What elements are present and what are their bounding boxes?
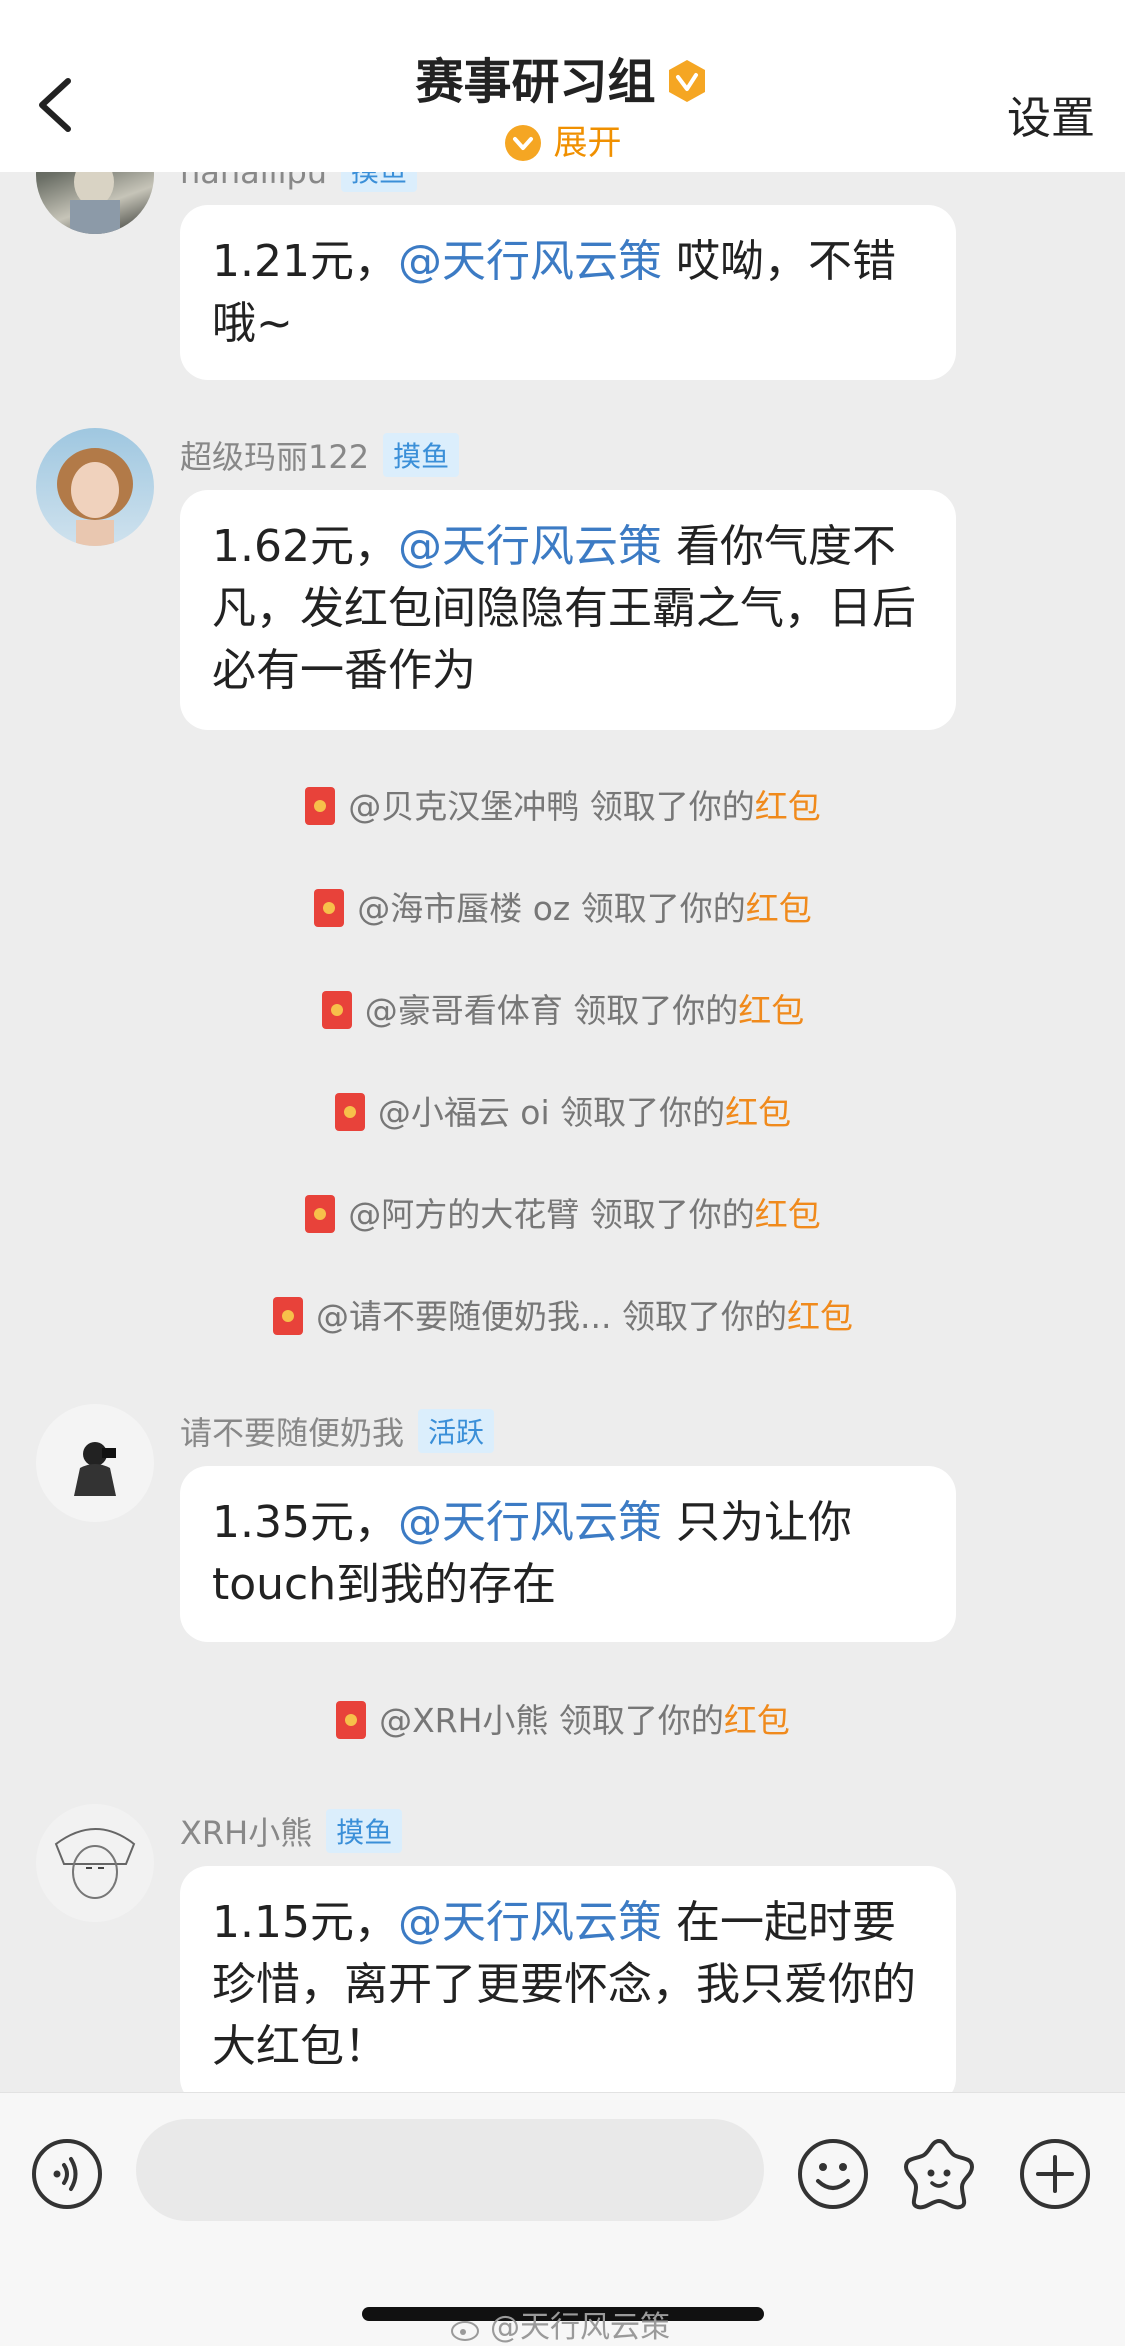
mention-link[interactable]: @天行风云策 [398,236,662,287]
avatar[interactable] [36,1804,154,1922]
avatar[interactable] [36,172,154,234]
chat-area[interactable]: nanailipu摸鱼 1.21元，@天行风云策 哎呦，不错哦~ 超级玛丽122… [0,172,1125,2092]
red-packet-icon [305,1195,336,1233]
message-input[interactable] [136,2119,764,2221]
hongbao-amount: 1.15元， [212,1897,398,1948]
expand-label: 展开 [553,123,622,163]
system-notice: @阿方的大花臂 领取了你的红包 [0,1188,1125,1236]
mention-link[interactable]: @天行风云策 [398,521,662,572]
weibo-logo-icon [451,2321,479,2341]
sender-name: 请不要随便奶我 活跃 [180,1408,495,1454]
sender-name: nanailipu摸鱼 [180,172,418,192]
voice-icon[interactable] [30,2137,104,2211]
message-bubble[interactable]: 1.15元，@天行风云策 在一起时要珍惜，离开了更要怀念，我只爱你的大红包！ [180,1866,956,2092]
avatar-image [54,1828,136,1899]
avatar[interactable] [36,428,154,546]
red-packet-icon [321,991,352,1029]
system-notice: @小福云 oi 领取了你的红包 [0,1086,1125,1134]
verified-badge-icon [668,60,705,102]
sticker-icon[interactable] [900,2135,978,2213]
settings-button[interactable]: 设置 [1007,82,1095,146]
watermark: @天行风云策 [450,2302,670,2346]
group-title-row[interactable]: 赛事研习组 [0,42,1125,112]
system-notice: @XRH小熊 领取了你的红包 [0,1694,1125,1742]
message-bubble[interactable]: 1.35元，@天行风云策 只为让你touch到我的存在 [180,1466,956,1642]
plus-icon[interactable] [1018,2137,1092,2211]
hongbao-amount: 1.62元， [212,521,398,572]
message-bubble[interactable]: 1.21元，@天行风云策 哎呦，不错哦~ [180,205,956,380]
chat-header: 赛事研习组 展开 设置 [0,0,1125,172]
member-tag: 摸鱼 [341,172,418,192]
chevron-down-icon [504,125,541,161]
system-notice: @请不要随便奶我... 领取了你的红包 [0,1290,1125,1338]
system-notice: @贝克汉堡冲鸭 领取了你的红包 [0,780,1125,828]
emoji-icon[interactable] [796,2137,870,2211]
avatar-image [57,448,133,546]
mention-link[interactable]: @天行风云策 [398,1897,662,1948]
system-notice: @豪哥看体育 领取了你的红包 [0,984,1125,1032]
red-packet-icon [334,1093,365,1131]
hongbao-amount: 1.35元， [212,1497,398,1548]
member-tag: 活跃 [418,1409,495,1453]
member-tag: 摸鱼 [383,433,460,477]
member-tag: 摸鱼 [326,1809,403,1853]
sender-name: XRH小熊 摸鱼 [180,1808,403,1854]
red-packet-icon [314,889,345,927]
system-notice: @海市蜃楼 oz 领取了你的红包 [0,882,1125,930]
avatar-image [74,1442,116,1496]
red-packet-icon [273,1297,303,1335]
avatar[interactable] [36,1404,154,1522]
hongbao-amount: 1.21元， [212,236,398,287]
group-title: 赛事研习组 [415,54,656,110]
expand-toggle[interactable]: 展开 [0,115,1125,164]
avatar-image [70,172,120,234]
red-packet-icon [336,1701,367,1739]
sender-name: 超级玛丽122 摸鱼 [180,432,460,478]
message-bubble[interactable]: 1.62元，@天行风云策 看你气度不凡，发红包间隐隐有王霸之气，日后必有一番作为 [180,490,956,730]
red-packet-icon [305,787,336,825]
mention-link[interactable]: @天行风云策 [398,1497,662,1548]
